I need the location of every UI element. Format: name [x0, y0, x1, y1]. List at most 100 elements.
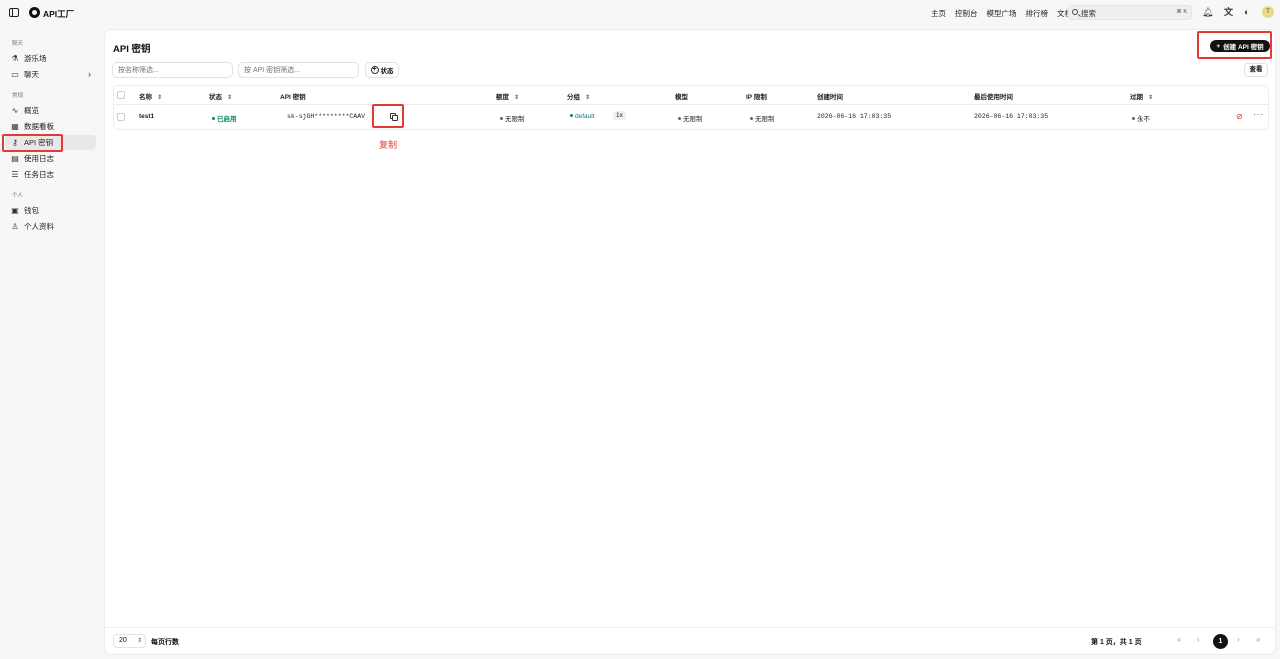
sort-icon: ⇕ — [1148, 95, 1154, 101]
log-icon: ▤ — [11, 153, 19, 163]
sidebar-item-label: 任务日志 — [24, 170, 54, 179]
sidebar-item-label: 个人资料 — [24, 222, 54, 231]
sidebar-section-personal: 个人 — [12, 193, 24, 199]
quota-value: 无限制 — [500, 113, 525, 123]
activity-icon: ∿ — [11, 105, 19, 115]
top-bar: API工厂 主页 控制台 模型广场 排行榜 文档 搜索 ⌘ K 🔔︎ 文 ◐ T — [0, 0, 1280, 26]
search-box[interactable]: 搜索 ⌘ K — [1068, 5, 1192, 20]
sidebar-item-label: 钱包 — [24, 206, 39, 215]
sort-icon: ⇕ — [514, 95, 520, 101]
column-header-name[interactable]: 名称 ⇕ — [139, 91, 162, 101]
page-size-label: 每页行数 — [151, 639, 179, 646]
column-header-last-used: 最后使用时间 — [974, 94, 1013, 101]
brand-logo-icon — [29, 7, 40, 18]
sidebar-item-playground[interactable]: ⚗︎ 游乐场 — [5, 51, 96, 66]
status-filter-label: 状态 — [380, 68, 394, 75]
sidebar-item-overview[interactable]: ∿ 概览 — [5, 103, 96, 118]
sidebar-section-general: 常规 — [12, 93, 24, 99]
sidebar-item-label: 概览 — [24, 106, 39, 115]
top-nav: 主页 控制台 模型广场 排行榜 文档 — [931, 8, 1072, 19]
sidebar-item-dashboard[interactable]: ▦ 数据看板 — [5, 119, 96, 134]
status-badge: 已启用 — [212, 113, 237, 123]
column-header-quota[interactable]: 额度 ⇕ — [496, 91, 519, 101]
models-value: 无限制 — [678, 113, 703, 123]
api-keys-table: 名称 ⇕ 状态 ⇕ API 密钥 额度 ⇕ 分组 ⇕ 模型 IP 限制 创建时间 最后使… — [113, 85, 1269, 130]
ip-limit-value: 无限制 — [750, 113, 775, 123]
last-page-icon[interactable]: » — [1256, 635, 1260, 644]
sort-icon: ⇕ — [157, 95, 163, 101]
sidebar-toggle-icon[interactable] — [9, 8, 19, 17]
main-panel: API 密钥 + 创建 API 密钥 + 状态 查看 名称⇕ 状态⇕ API 密… — [104, 29, 1276, 655]
key-name: test1 — [139, 113, 155, 120]
api-key-masked: sk-sjGH*********CAAV — [287, 113, 366, 120]
sidebar-item-usage-logs[interactable]: ▤ 使用日志 — [5, 151, 96, 166]
highlight-box-sidebar — [2, 134, 63, 152]
more-actions-icon[interactable]: ··· — [1253, 110, 1264, 119]
sidebar-item-label: 使用日志 — [24, 154, 54, 163]
brand-name: API工厂 — [43, 9, 75, 19]
top-nav-home[interactable]: 主页 — [931, 8, 946, 19]
table-header: 名称 ⇕ 状态 ⇕ API 密钥 额度 ⇕ 分组 ⇕ 模型 IP 限制 创建时间 最后使… — [114, 86, 1268, 105]
sidebar-section-chat: 聊天 — [12, 41, 24, 47]
row-checkbox[interactable] — [117, 113, 125, 121]
highlight-box-copy — [372, 104, 404, 128]
current-page-button[interactable]: 1 — [1213, 634, 1228, 649]
column-header-expiry[interactable]: 过期 ⇕ — [1130, 91, 1153, 101]
filter-key-input[interactable] — [238, 62, 359, 78]
sort-icon: ⇕ — [585, 95, 591, 101]
tasks-icon: ☰ — [11, 169, 19, 179]
sidebar-item-label: 游乐场 — [24, 54, 47, 63]
translate-icon[interactable]: 文 — [1224, 7, 1233, 17]
pagination-footer: 20 ⇕ 每页行数 第 1 页，共 1 页 « ‹ 1 › » — [105, 627, 1275, 655]
annotation-copy-label: 复制 — [379, 140, 398, 150]
column-header-api-key: API 密钥 — [280, 94, 306, 101]
expiry-value: 永不 — [1132, 113, 1150, 123]
disable-key-icon[interactable]: ⊘ — [1236, 112, 1243, 121]
view-button[interactable]: 查看 — [1244, 63, 1268, 77]
page-size-select[interactable]: 20 ⇕ — [113, 634, 146, 648]
sidebar-item-chat[interactable]: ▭ 聊天 › — [5, 67, 96, 82]
column-header-status[interactable]: 状态 ⇕ — [209, 91, 232, 101]
group-ratio: 1x — [608, 111, 626, 120]
dashboard-icon: ▦ — [11, 121, 19, 131]
plus-circle-icon: + — [370, 66, 379, 74]
group-badge: default — [570, 113, 595, 120]
status-filter-button[interactable]: + 状态 — [365, 62, 399, 78]
page-title: API 密钥 — [113, 44, 151, 55]
sidebar-item-label: 数据看板 — [24, 122, 54, 131]
top-nav-leaderboard[interactable]: 排行榜 — [1026, 8, 1049, 19]
column-header-models: 模型 — [675, 94, 688, 101]
sidebar-item-profile[interactable]: ♙ 个人资料 — [5, 219, 96, 234]
page-size-value: 20 — [119, 637, 127, 644]
last-used-time: 2026-06-16 17:03:35 — [974, 113, 1049, 120]
chevron-right-icon: › — [88, 69, 91, 79]
palette-icon[interactable]: ◐ — [1244, 7, 1249, 17]
column-header-group[interactable]: 分组 ⇕ — [567, 91, 590, 101]
highlight-box-create — [1197, 31, 1272, 59]
bell-icon[interactable]: 🔔︎ — [1202, 7, 1213, 17]
chat-icon: ▭ — [11, 69, 19, 79]
top-nav-console[interactable]: 控制台 — [955, 8, 978, 19]
page-info: 第 1 页，共 1 页 — [1091, 639, 1142, 646]
column-header-created: 创建时间 — [817, 94, 843, 101]
sort-icon: ⇕ — [227, 95, 233, 101]
first-page-icon[interactable]: « — [1177, 635, 1181, 644]
filter-name-input[interactable] — [112, 62, 233, 78]
search-shortcut: ⌘ K — [1176, 9, 1187, 15]
next-page-icon[interactable]: › — [1237, 635, 1240, 644]
table-row: test1 已启用 sk-sjGH*********CAAV 无限制 defau… — [114, 105, 1268, 129]
avatar[interactable]: T — [1262, 6, 1274, 18]
sidebar: 聊天 ⚗︎ 游乐场 ▭ 聊天 › 常规 ∿ 概览 ▦ 数据看板 ⚷ API 密钥… — [0, 26, 104, 659]
top-nav-model-square[interactable]: 模型广场 — [987, 8, 1017, 19]
chevron-updown-icon: ⇕ — [136, 638, 142, 644]
sidebar-item-task-logs[interactable]: ☰ 任务日志 — [5, 167, 96, 182]
column-header-ip-limit: IP 限制 — [746, 94, 767, 101]
select-all-checkbox[interactable] — [117, 91, 125, 99]
created-time: 2026-06-16 17:03:35 — [817, 113, 892, 120]
flask-icon: ⚗︎ — [11, 53, 19, 63]
search-placeholder: 搜索 — [1081, 9, 1096, 18]
sidebar-item-wallet[interactable]: ▣ 钱包 — [5, 203, 96, 218]
sidebar-item-label: 聊天 — [24, 70, 39, 79]
user-icon: ♙ — [11, 221, 19, 231]
prev-page-icon[interactable]: ‹ — [1197, 635, 1200, 644]
